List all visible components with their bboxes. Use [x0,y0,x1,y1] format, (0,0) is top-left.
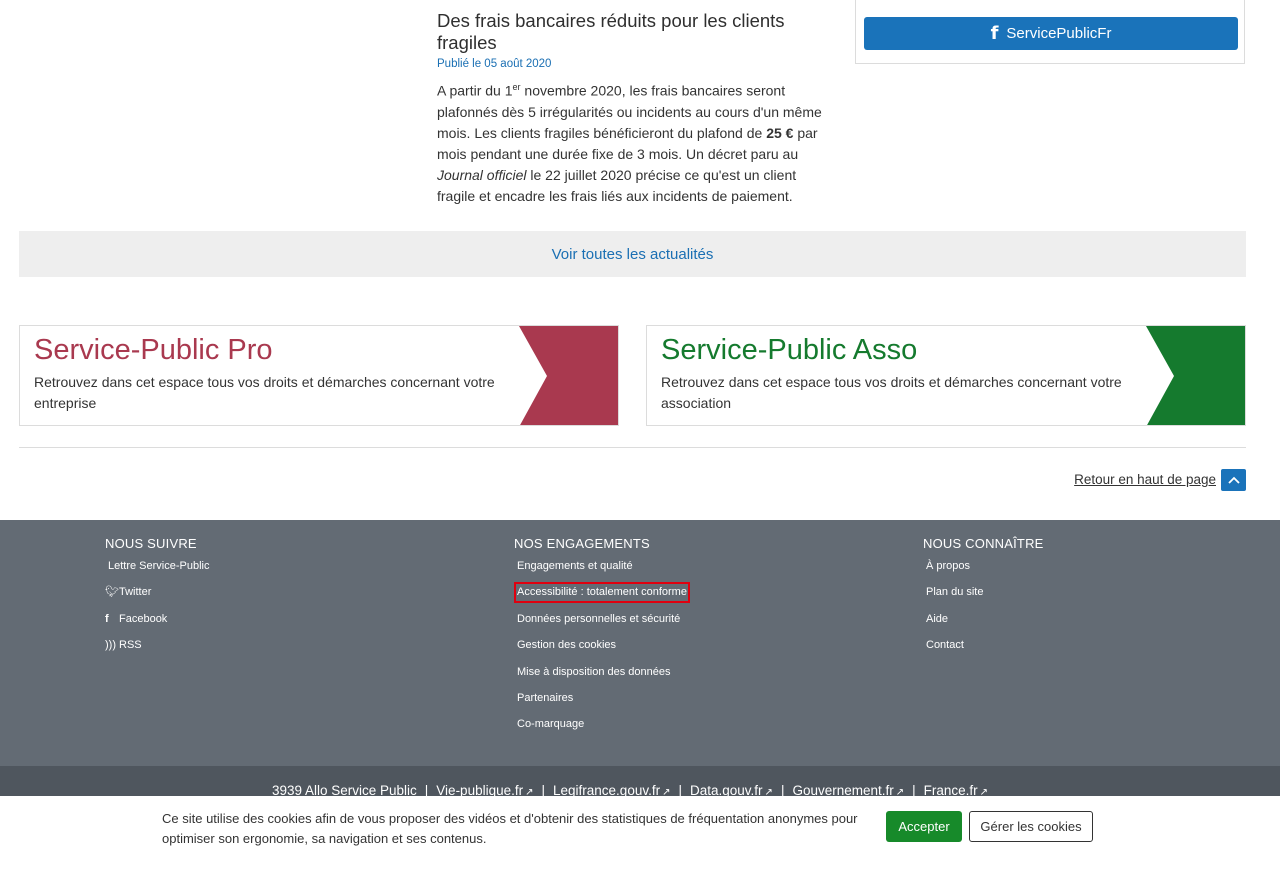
footer: NOUS SUIVRE Lettre Service-Public 🐦︎ Twit… [0,520,1280,766]
facebook-icon: f [990,23,999,44]
promo-pro-title: Service-Public Pro [34,334,273,366]
news-title[interactable]: Des frais bancaires réduits pour les cli… [437,10,829,54]
footer-heading-commitments: NOS ENGAGEMENTS [514,536,650,551]
promo-asso-description: Retrouvez dans cet espace tous vos droit… [661,374,1122,411]
footer-column-follow: NOUS SUIVRE Lettre Service-Public 🐦︎ Twit… [105,537,210,665]
footer-link-partners[interactable]: Partenaires [514,691,687,717]
facebook-icon: f [105,612,109,625]
rss-icon: ))) [105,639,116,652]
footer-link-twitter[interactable]: 🐦︎ Twitter [105,585,210,611]
accept-cookies-button[interactable]: Accepter [886,811,962,842]
promo-pro-description: Retrouvez dans cet espace tous vos droit… [34,374,495,411]
footer-column-commitments: NOS ENGAGEMENTS Engagements et qualité A… [514,536,690,744]
promo-pro-chevron-icon [519,326,618,425]
news-date: Publié le 05 août 2020 [437,58,552,70]
promo-card-pro[interactable]: Service-Public Pro Retrouvez dans cet es… [19,325,619,426]
manage-cookies-button[interactable]: Gérer les cookies [969,811,1093,842]
facebook-button-label: ServicePublicFr [1006,25,1112,42]
cookie-banner-text: Ce site utilise des cookies afin de vous… [162,811,858,846]
social-box: f ServicePublicFr [855,0,1245,64]
footer-link-facebook[interactable]: f Facebook [105,612,210,638]
see-all-news-button[interactable]: Voir toutes les actualités [19,231,1246,277]
divider [19,447,1246,448]
facebook-follow-button[interactable]: f ServicePublicFr [864,17,1238,50]
footer-heading-about: NOUS CONNAÎTRE [923,536,1044,551]
footer-link-newsletter[interactable]: Lettre Service-Public [105,559,210,585]
footer-link-contact[interactable]: Contact [923,638,1044,664]
footer-link-co-branding[interactable]: Co-marquage [514,717,687,743]
back-to-top-link[interactable]: Retour en haut de page [1074,472,1216,487]
footer-link-open-data[interactable]: Mise à disposition des données [514,665,687,691]
chevron-up-icon [1227,476,1240,484]
news-body: A partir du 1er novembre 2020, les frais… [437,82,822,204]
footer-link-personal-data[interactable]: Données personnelles et sécurité [514,612,687,638]
footer-link-help[interactable]: Aide [923,612,1044,638]
back-to-top-button[interactable] [1221,469,1246,491]
footer-link-about[interactable]: À propos [923,559,1044,585]
footer-link-sitemap[interactable]: Plan du site [923,585,1044,611]
twitter-icon: 🐦︎ [105,586,119,599]
news-item: Des frais bancaires réduits pour les cli… [437,10,829,207]
footer-column-about: NOUS CONNAÎTRE À propos Plan du site Aid… [923,537,1044,665]
promo-asso-title: Service-Public Asso [661,334,918,366]
footer-link-commitments-quality[interactable]: Engagements et qualité [514,559,687,585]
footer-link-accessibility[interactable]: Accessibilité : totalement conforme [514,582,690,611]
footer-link-rss[interactable]: ))) RSS [105,638,210,664]
footer-heading-follow: NOUS SUIVRE [105,536,197,551]
footer-link-cookie-management[interactable]: Gestion des cookies [514,638,687,664]
accessibility-highlight: Accessibilité : totalement conforme [514,582,690,604]
promo-asso-chevron-icon [1146,326,1245,425]
promo-card-asso[interactable]: Service-Public Asso Retrouvez dans cet e… [646,325,1246,426]
